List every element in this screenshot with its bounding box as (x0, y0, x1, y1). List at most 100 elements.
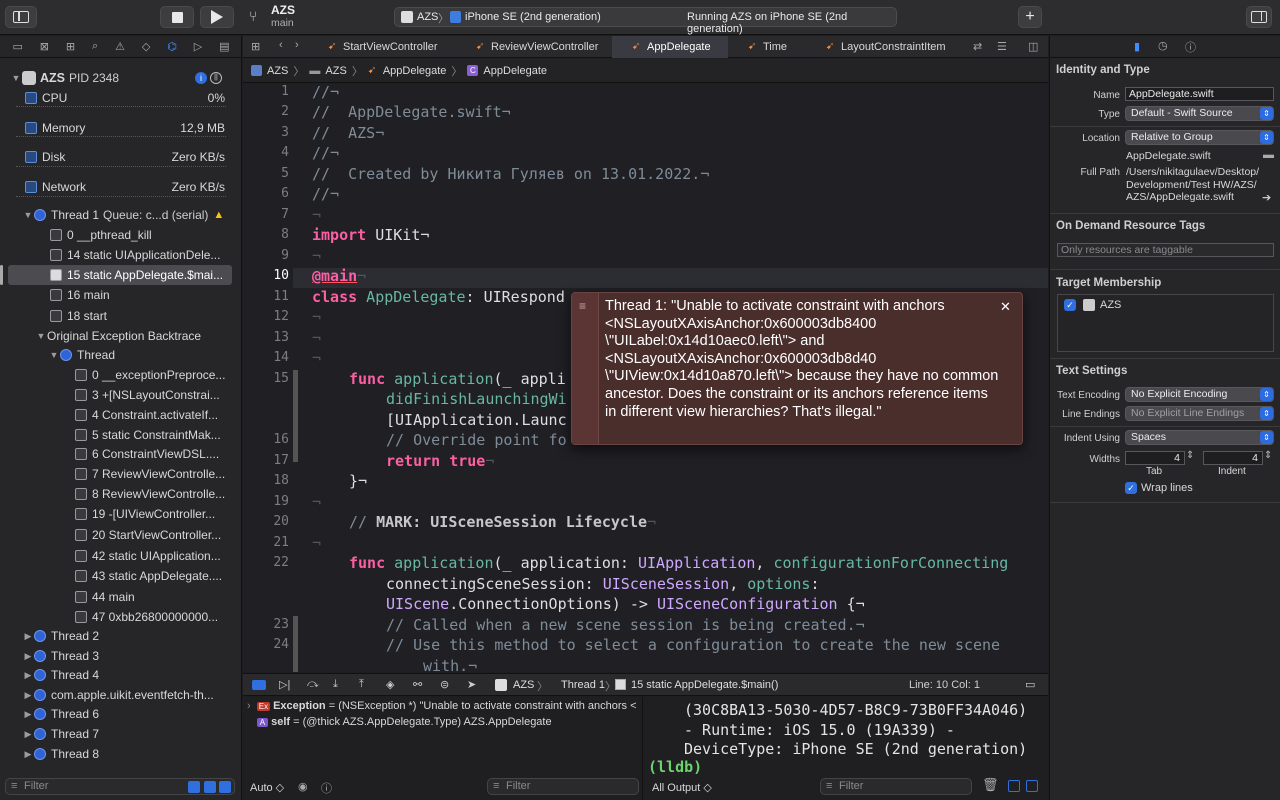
frame-row[interactable]: 47 0xbb26800000000... (0, 607, 242, 627)
frame-row[interactable]: 16 main (0, 285, 242, 305)
eye-icon[interactable]: ◉ (298, 780, 308, 793)
help-icon[interactable]: ⓘ (1185, 39, 1196, 55)
stepper-icon[interactable]: ⇕ (1186, 450, 1194, 461)
tab-layoutconstraintitem[interactable]: ➹ LayoutConstraintItem (826, 36, 976, 58)
indent-width-field[interactable]: 4 (1203, 451, 1263, 465)
tags-field[interactable]: Only resources are taggable (1057, 243, 1274, 257)
debug-path-frame[interactable]: 15 static AppDelegate.$main() (631, 679, 778, 691)
split-editor-icon[interactable]: ◫ (1028, 40, 1038, 53)
frame-row[interactable]: 18 start (0, 306, 242, 326)
wrap-lines-checkbox[interactable]: ✓ (1125, 482, 1137, 494)
console-output-selector[interactable]: All Output ◇ (652, 781, 712, 794)
frame-row[interactable]: 4 Constraint.activateIf... (0, 405, 242, 425)
gauge-disk[interactable]: Disk Zero KB/s (0, 147, 242, 167)
indent-popup[interactable]: Spaces ⇕ (1125, 430, 1274, 445)
test-icon[interactable]: ◇ (142, 40, 150, 53)
show-console-icon[interactable] (1026, 780, 1038, 792)
history-icon[interactable]: ◷ (1158, 39, 1168, 52)
menu-icon[interactable]: ≡ (579, 299, 586, 313)
console[interactable]: (30C8BA13-5030-4D57-B8C9-73B0FF34A046) -… (644, 697, 1048, 800)
step-into-icon[interactable]: ⤓ (333, 678, 338, 691)
stop-button[interactable] (160, 6, 194, 28)
back-icon[interactable]: ‹ (279, 39, 283, 51)
stepper-icon[interactable]: ⇕ (1264, 450, 1272, 461)
add-button[interactable]: + (1018, 6, 1042, 28)
variable-row[interactable]: › Ex Exception = (NSException *) "Unable … (247, 700, 637, 716)
backtrace-thread-row[interactable]: ▼ Thread (0, 345, 242, 365)
checkbox-checked-icon[interactable]: ✓ (1064, 299, 1076, 311)
frame-row[interactable]: 0 __exceptionPreproce... (0, 365, 242, 385)
folder-icon[interactable]: ▬ (1263, 149, 1274, 161)
thread-row[interactable]: ▶ Thread 3 (0, 646, 242, 666)
file-icon[interactable]: ▮ (1134, 40, 1140, 53)
tab-appdelegate[interactable]: ➹ AppDelegate (612, 36, 728, 58)
tab-width-field[interactable]: 4 (1125, 451, 1185, 465)
location-icon[interactable]: ➤ (467, 678, 476, 691)
frame-row[interactable]: 3 +[NSLayoutConstrai... (0, 385, 242, 405)
thread-row[interactable]: ▶ Thread 7 (0, 724, 242, 744)
console-filter-field[interactable]: ≡ Filter (820, 778, 972, 795)
frame-row[interactable]: 14 static UIApplicationDele... (0, 245, 242, 265)
scheme-destination[interactable]: iPhone SE (2nd generation) (465, 11, 601, 23)
environment-icon[interactable]: ⊜ (440, 678, 449, 691)
run-button[interactable] (200, 6, 234, 28)
frame-row[interactable]: 7 ReviewViewControlle... (0, 464, 242, 484)
report-icon[interactable]: ▤ (219, 40, 229, 53)
inspector-toggle-button[interactable] (1246, 6, 1272, 28)
reveal-arrow-icon[interactable]: ➔ (1262, 191, 1271, 204)
tab-time[interactable]: ➹ Time (748, 36, 808, 58)
frame-row[interactable]: 20 StartViewController... (0, 525, 242, 545)
editor-options-icon[interactable]: ☰ (997, 40, 1007, 53)
debug-icon[interactable]: ⌬ (167, 40, 177, 53)
warning-icon[interactable]: ⚠ (115, 40, 125, 53)
lldb-prompt[interactable]: (lldb) (648, 758, 702, 776)
frame-row[interactable]: 43 static AppDelegate.... (0, 566, 242, 586)
show-variables-icon[interactable] (1008, 780, 1020, 792)
frame-row[interactable]: 44 main (0, 587, 242, 607)
step-over-icon[interactable]: ⤼ (307, 678, 319, 691)
debug-path-thread[interactable]: Thread 1 (561, 679, 605, 691)
thread-row[interactable]: ▶ Thread 8 (0, 744, 242, 764)
view-hierarchy-icon[interactable]: ◈ (386, 678, 394, 691)
step-out-icon[interactable]: ⤒ (359, 678, 364, 691)
related-items-icon[interactable]: ⇄ (973, 40, 982, 53)
grid-icon[interactable]: ⊞ (251, 40, 260, 53)
variables-scope-selector[interactable]: Auto ◇ (250, 781, 284, 794)
frame-row[interactable]: 0 __pthread_kill (0, 225, 242, 245)
pause-icon[interactable]: || (210, 72, 222, 84)
sidebar-toggle-button[interactable] (5, 6, 37, 28)
type-popup[interactable]: Default - Swift Source ⇕ (1125, 106, 1274, 121)
continue-icon[interactable]: ▷| (279, 678, 290, 691)
gauge-memory[interactable]: Memory 12,9 MB (0, 118, 242, 138)
filter-option-icon[interactable] (219, 781, 231, 793)
source-control-icon[interactable]: ⊠ (40, 40, 49, 53)
navigator-filter-field[interactable]: ≡ Filter (5, 778, 235, 795)
frame-row[interactable]: 42 static UIApplication... (0, 546, 242, 566)
encoding-popup[interactable]: No Explicit Encoding ⇕ (1125, 387, 1274, 402)
hide-debug-area-icon[interactable]: ▭ (1025, 678, 1035, 691)
tab-startviewcontroller[interactable]: ➹ StartViewController (328, 36, 456, 58)
frame-row[interactable]: 5 static ConstraintMak... (0, 425, 242, 445)
close-icon[interactable]: ✕ (1000, 299, 1014, 314)
tab-reviewviewcontroller[interactable]: ➹ ReviewViewController (476, 36, 616, 58)
memory-graph-icon[interactable]: ⚯ (413, 678, 422, 691)
breakpoint-icon[interactable]: ▷ (194, 40, 202, 53)
variables-filter-field[interactable]: ≡ Filter (487, 778, 639, 795)
folder-icon[interactable]: ▭ (12, 40, 22, 53)
name-field[interactable]: AppDelegate.swift (1125, 87, 1274, 101)
forward-icon[interactable]: › (295, 39, 299, 51)
thread-row[interactable]: ▶ com.apple.uikit.eventfetch-th... (0, 685, 242, 705)
info-icon[interactable]: i (195, 72, 207, 84)
frame-row[interactable]: 8 ReviewViewControlle... (0, 484, 242, 504)
breakpoints-toggle-icon[interactable] (252, 680, 266, 690)
filter-option-icon[interactable] (204, 781, 216, 793)
process-row[interactable]: ▼ AZS PID 2348 i || (0, 68, 242, 88)
line-endings-popup[interactable]: No Explicit Line Endings ⇕ (1125, 406, 1274, 421)
thread-1-row[interactable]: ▼ Thread 1 Queue: c...d (serial) ▲ (0, 205, 242, 225)
thread-row[interactable]: ▶ Thread 2 (0, 626, 242, 646)
info-icon[interactable]: ⓘ (321, 780, 332, 796)
gauge-cpu[interactable]: CPU 0% (0, 88, 242, 108)
frame-row-selected[interactable]: 15 static AppDelegate.$mai... (8, 265, 232, 285)
frame-row[interactable]: 19 -[UIViewController... (0, 504, 242, 524)
location-popup[interactable]: Relative to Group ⇕ (1125, 130, 1274, 145)
